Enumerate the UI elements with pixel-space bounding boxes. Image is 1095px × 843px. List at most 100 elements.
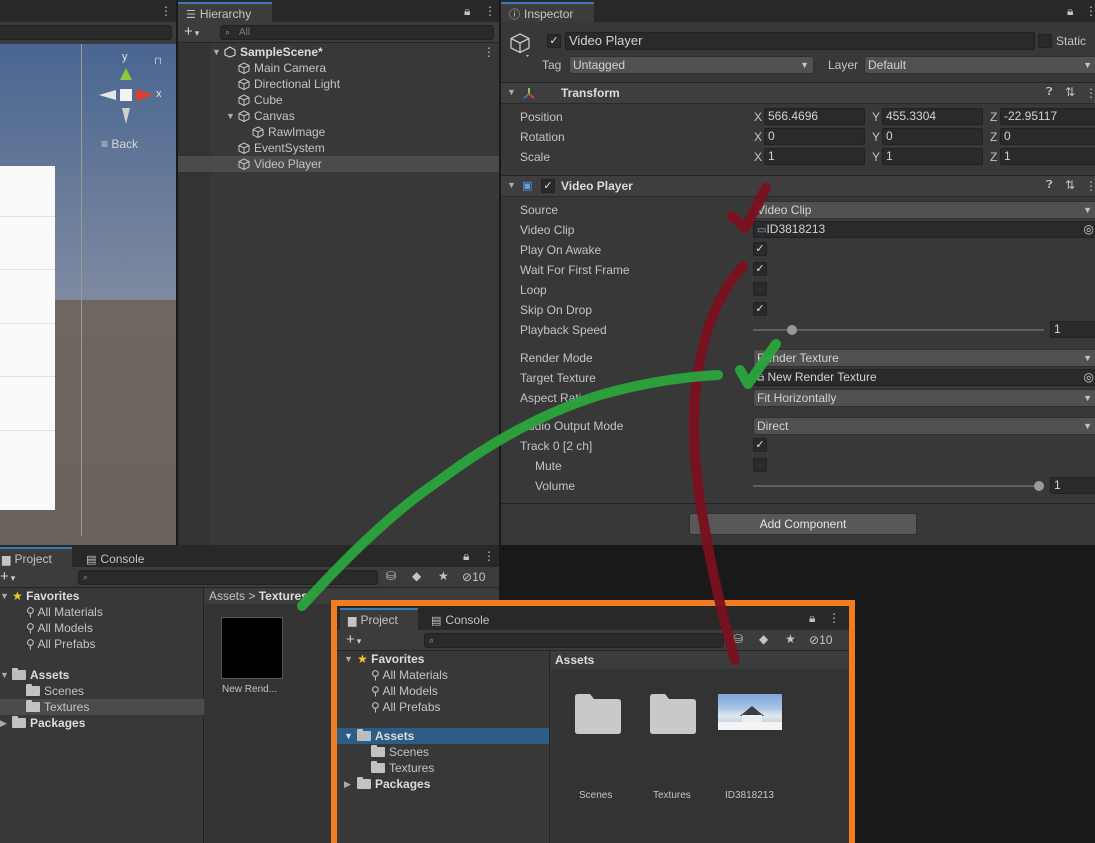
favorite-item[interactable]: ⚲ All Prefabs bbox=[337, 699, 549, 715]
tab-project[interactable]: ▆ Project bbox=[0, 547, 72, 567]
project-search-input[interactable]: ⌕ bbox=[78, 570, 378, 585]
video-player-enabled-checkbox[interactable]: ✓ bbox=[541, 179, 555, 193]
favorite-star-icon[interactable]: ★ bbox=[785, 632, 796, 646]
favorite-star-icon[interactable]: ★ bbox=[438, 569, 449, 583]
favorite-item[interactable]: ⚲ All Prefabs bbox=[0, 636, 203, 652]
mute-checkbox[interactable] bbox=[753, 458, 767, 472]
component-menu-icon[interactable]: ⋮ bbox=[1085, 179, 1095, 193]
asset-folder[interactable]: Scenes bbox=[0, 683, 203, 699]
project-lock-icon[interactable]: 🔒︎ bbox=[809, 611, 815, 626]
add-component-button[interactable]: Add Component bbox=[689, 513, 917, 535]
filter-type-icon[interactable]: ⛁ bbox=[386, 569, 396, 583]
volume-slider-handle[interactable] bbox=[1034, 481, 1044, 491]
project-lock-icon[interactable]: 🔒︎ bbox=[463, 549, 469, 564]
hierarchy-search-input[interactable]: ⌕ All bbox=[220, 25, 494, 40]
create-dropdown-button[interactable]: + ▾ bbox=[184, 23, 199, 40]
scale-y-input[interactable]: 1 bbox=[882, 148, 983, 165]
tab-console[interactable]: ▤ Console bbox=[423, 608, 503, 628]
video-clip-field[interactable]: ▭ID3818213 ◎ bbox=[753, 221, 1095, 238]
play-on-awake-checkbox[interactable]: ✓ bbox=[753, 242, 767, 256]
create-dropdown-button[interactable]: + ▾ bbox=[346, 631, 361, 648]
inspector-lock-icon[interactable]: 🔒︎ bbox=[1067, 4, 1073, 19]
assets-row-selected[interactable]: ▼ Assets bbox=[337, 728, 549, 744]
component-menu-icon[interactable]: ⋮ bbox=[1085, 86, 1095, 100]
folder-large-icon[interactable] bbox=[573, 691, 623, 735]
hierarchy-item[interactable]: RawImage bbox=[178, 124, 499, 140]
project-menu-icon[interactable]: ⋮ bbox=[828, 611, 840, 625]
foldout-arrow-icon[interactable]: ▼ bbox=[507, 180, 516, 190]
hierarchy-item[interactable]: EventSystem bbox=[178, 140, 499, 156]
object-picker-icon[interactable]: ◎ bbox=[1084, 222, 1094, 237]
source-dropdown[interactable]: Video Clip ▼ bbox=[753, 201, 1095, 219]
packages-row[interactable]: ▶ Packages bbox=[0, 715, 203, 731]
preset-icon[interactable]: ⇅ bbox=[1065, 178, 1075, 192]
scene-menu-icon[interactable]: ⋮ bbox=[483, 44, 495, 60]
transform-header[interactable]: ▼ Transform ❓︎ ⇅ ⋮ bbox=[501, 82, 1095, 104]
favorites-row[interactable]: ▼ ★ Favorites bbox=[0, 588, 203, 604]
filter-label-icon[interactable]: ◆ bbox=[412, 569, 421, 583]
inspector-menu-icon[interactable]: ⋮ bbox=[1085, 4, 1095, 18]
filter-label-icon[interactable]: ◆ bbox=[759, 632, 768, 646]
tag-dropdown[interactable]: Untagged ▼ bbox=[569, 56, 814, 74]
favorites-row[interactable]: ▼ ★ Favorites bbox=[337, 651, 549, 667]
preset-icon[interactable]: ⇅ bbox=[1065, 85, 1075, 99]
packages-row[interactable]: ▶ Packages bbox=[337, 776, 549, 792]
help-icon[interactable]: ❓︎ bbox=[1046, 179, 1053, 192]
tab-console[interactable]: ▤ Console bbox=[78, 547, 158, 567]
asset-folder-selected[interactable]: Textures bbox=[0, 699, 204, 715]
volume-slider[interactable] bbox=[753, 485, 1044, 487]
folder-large-icon[interactable] bbox=[648, 691, 698, 735]
favorite-item[interactable]: ⚲ All Models bbox=[0, 620, 203, 636]
hidden-packages-icon[interactable]: ⊘10 bbox=[462, 570, 485, 584]
loop-checkbox[interactable] bbox=[753, 282, 767, 296]
object-picker-icon[interactable]: ◎ bbox=[1084, 370, 1094, 385]
hierarchy-menu-icon[interactable]: ⋮ bbox=[484, 4, 496, 18]
tab-inspector[interactable]: ⓘ Inspector bbox=[501, 2, 594, 22]
help-icon[interactable]: ❓︎ bbox=[1046, 86, 1053, 99]
volume-input[interactable]: 1 bbox=[1050, 477, 1095, 494]
assets-row[interactable]: ▼ Assets bbox=[0, 667, 203, 683]
position-x-input[interactable]: 566.4696 bbox=[764, 108, 865, 125]
hierarchy-item[interactable]: ▼ Canvas bbox=[178, 108, 499, 124]
rotation-z-input[interactable]: 0 bbox=[1000, 128, 1095, 145]
static-checkbox[interactable] bbox=[1038, 34, 1052, 48]
playback-speed-slider-handle[interactable] bbox=[786, 325, 797, 335]
track-checkbox[interactable]: ✓ bbox=[753, 438, 767, 452]
scene-menu-icon[interactable]: ⋮ bbox=[160, 4, 172, 18]
render-texture-thumbnail[interactable] bbox=[221, 617, 283, 679]
lock-icon[interactable]: ⊓ bbox=[154, 56, 162, 67]
filter-type-icon[interactable]: ⛁ bbox=[733, 632, 743, 646]
project-search-input[interactable]: ⌕ bbox=[424, 633, 724, 648]
wait-first-frame-checkbox[interactable]: ✓ bbox=[753, 262, 767, 276]
render-mode-dropdown[interactable]: Render Texture ▼ bbox=[753, 349, 1095, 367]
favorite-item[interactable]: ⚲ All Materials bbox=[0, 604, 203, 620]
create-dropdown-button[interactable]: + ▾ bbox=[0, 568, 15, 585]
favorite-item[interactable]: ⚲ All Materials bbox=[337, 667, 549, 683]
tab-hierarchy[interactable]: ☰ Hierarchy bbox=[178, 2, 272, 22]
project-menu-icon[interactable]: ⋮ bbox=[483, 549, 495, 563]
scene-search[interactable] bbox=[0, 25, 172, 40]
expand-arrow-icon[interactable]: ▼ bbox=[212, 44, 221, 60]
breadcrumb-assets[interactable]: Assets bbox=[209, 589, 245, 603]
asset-folder[interactable]: Scenes bbox=[337, 744, 549, 760]
view-back-label[interactable]: ≡ Back bbox=[101, 137, 138, 151]
rotation-y-input[interactable]: 0 bbox=[882, 128, 983, 145]
hierarchy-lock-icon[interactable]: 🔒︎ bbox=[464, 4, 470, 19]
hierarchy-item[interactable]: Main Camera bbox=[178, 60, 499, 76]
target-texture-field[interactable]: ⧉ New Render Texture ◎ bbox=[753, 369, 1095, 386]
scene-view[interactable]: ⋮ y x ⊓ ≡ Back bbox=[0, 0, 176, 545]
scale-z-input[interactable]: 1 bbox=[1000, 148, 1095, 165]
position-z-input[interactable]: -22.95117 bbox=[1000, 108, 1095, 125]
audio-output-dropdown[interactable]: Direct ▼ bbox=[753, 417, 1095, 435]
expand-arrow-icon[interactable]: ▼ bbox=[226, 108, 235, 124]
layer-dropdown[interactable]: Default ▼ bbox=[864, 56, 1095, 74]
asset-folder[interactable]: Textures bbox=[337, 760, 549, 776]
hierarchy-item-selected[interactable]: Video Player bbox=[178, 156, 499, 172]
aspect-ratio-dropdown[interactable]: Fit Horizontally ▼ bbox=[753, 389, 1095, 407]
position-y-input[interactable]: 455.3304 bbox=[882, 108, 983, 125]
hidden-packages-icon[interactable]: ⊘10 bbox=[809, 633, 832, 647]
hierarchy-item[interactable]: Directional Light bbox=[178, 76, 499, 92]
favorite-item[interactable]: ⚲ All Models bbox=[337, 683, 549, 699]
foldout-arrow-icon[interactable]: ▼ bbox=[507, 87, 516, 97]
breadcrumb-textures[interactable]: Textures bbox=[259, 589, 308, 603]
